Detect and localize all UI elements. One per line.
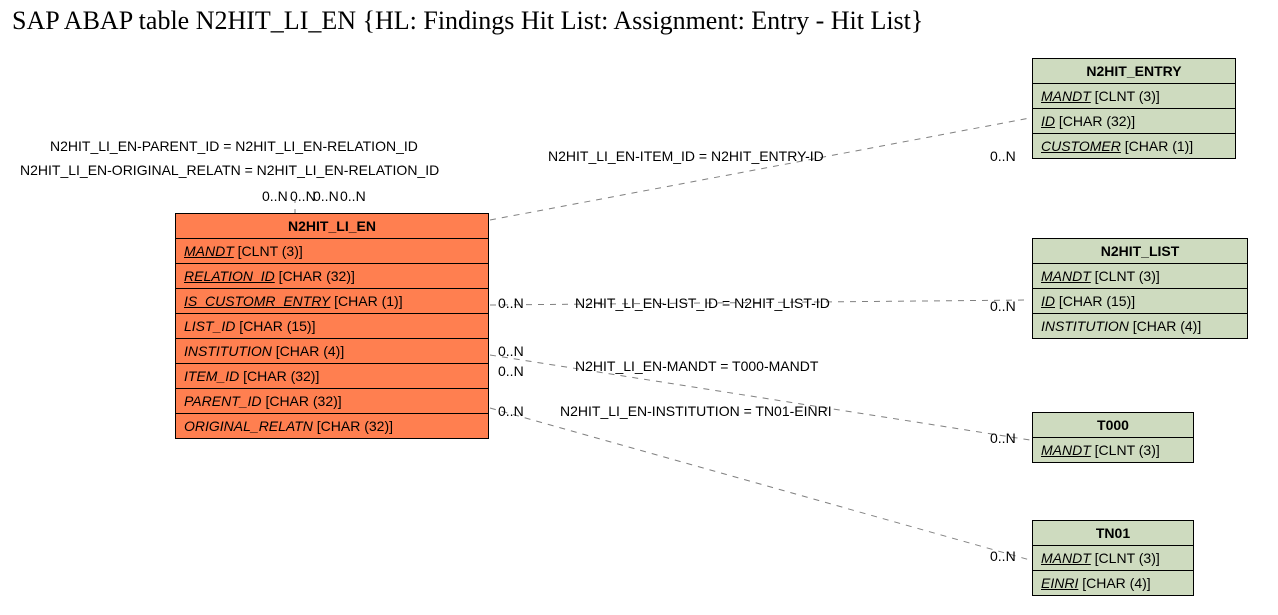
- field-id: ID [CHAR (32)]: [1033, 109, 1235, 134]
- relation-self-parent: N2HIT_LI_EN-PARENT_ID = N2HIT_LI_EN-RELA…: [50, 138, 418, 154]
- relation-self-original: N2HIT_LI_EN-ORIGINAL_RELATN = N2HIT_LI_E…: [20, 162, 439, 178]
- relation-mandt: N2HIT_LI_EN-MANDT = T000-MANDT: [575, 358, 818, 374]
- entity-tn01: TN01 MANDT [CLNT (3)] EINRI [CHAR (4)]: [1032, 520, 1194, 596]
- entity-t000: T000 MANDT [CLNT (3)]: [1032, 412, 1194, 463]
- relation-institution: N2HIT_LI_EN-INSTITUTION = TN01-EINRI: [560, 403, 832, 419]
- cardinality: 0..N: [990, 298, 1016, 314]
- cardinality: 0..N: [990, 148, 1016, 164]
- field-list-id: LIST_ID [CHAR (15)]: [176, 314, 488, 339]
- cardinality: 0..N: [313, 188, 339, 204]
- field-item-id: ITEM_ID [CHAR (32)]: [176, 364, 488, 389]
- cardinality: 0..N: [262, 188, 288, 204]
- page-title: SAP ABAP table N2HIT_LI_EN {HL: Findings…: [12, 6, 923, 36]
- entity-header: N2HIT_LIST: [1033, 239, 1247, 264]
- field-mandt: MANDT [CLNT (3)]: [176, 239, 488, 264]
- field-mandt: MANDT [CLNT (3)]: [1033, 438, 1193, 462]
- relation-list: N2HIT_LI_EN-LIST_ID = N2HIT_LIST-ID: [575, 295, 830, 311]
- cardinality: 0..N: [340, 188, 366, 204]
- field-institution: INSTITUTION [CHAR (4)]: [176, 339, 488, 364]
- field-customer: CUSTOMER [CHAR (1)]: [1033, 134, 1235, 158]
- field-is-customr-entry: IS_CUSTOMR_ENTRY [CHAR (1)]: [176, 289, 488, 314]
- cardinality: 0..N: [498, 295, 524, 311]
- field-relation-id: RELATION_ID [CHAR (32)]: [176, 264, 488, 289]
- field-id: ID [CHAR (15)]: [1033, 289, 1247, 314]
- field-mandt: MANDT [CLNT (3)]: [1033, 546, 1193, 571]
- cardinality: 0..N: [498, 363, 524, 379]
- field-einri: EINRI [CHAR (4)]: [1033, 571, 1193, 595]
- field-institution: INSTITUTION [CHAR (4)]: [1033, 314, 1247, 338]
- entity-header: T000: [1033, 413, 1193, 438]
- cardinality: 0..N: [498, 403, 524, 419]
- entity-n2hit-entry: N2HIT_ENTRY MANDT [CLNT (3)] ID [CHAR (3…: [1032, 58, 1236, 159]
- field-parent-id: PARENT_ID [CHAR (32)]: [176, 389, 488, 414]
- cardinality: 0..N: [990, 430, 1016, 446]
- entity-header: N2HIT_LI_EN: [176, 214, 488, 239]
- field-mandt: MANDT [CLNT (3)]: [1033, 84, 1235, 109]
- cardinality: 0..N: [498, 343, 524, 359]
- field-original-relatn: ORIGINAL_RELATN [CHAR (32)]: [176, 414, 488, 438]
- entity-header: N2HIT_ENTRY: [1033, 59, 1235, 84]
- cardinality: 0..N: [990, 548, 1016, 564]
- entity-n2hit-list: N2HIT_LIST MANDT [CLNT (3)] ID [CHAR (15…: [1032, 238, 1248, 339]
- entity-header: TN01: [1033, 521, 1193, 546]
- relation-item-entry: N2HIT_LI_EN-ITEM_ID = N2HIT_ENTRY-ID: [548, 148, 824, 164]
- field-mandt: MANDT [CLNT (3)]: [1033, 264, 1247, 289]
- cardinality: 0..N: [290, 188, 316, 204]
- entity-n2hit-li-en: N2HIT_LI_EN MANDT [CLNT (3)] RELATION_ID…: [175, 213, 489, 439]
